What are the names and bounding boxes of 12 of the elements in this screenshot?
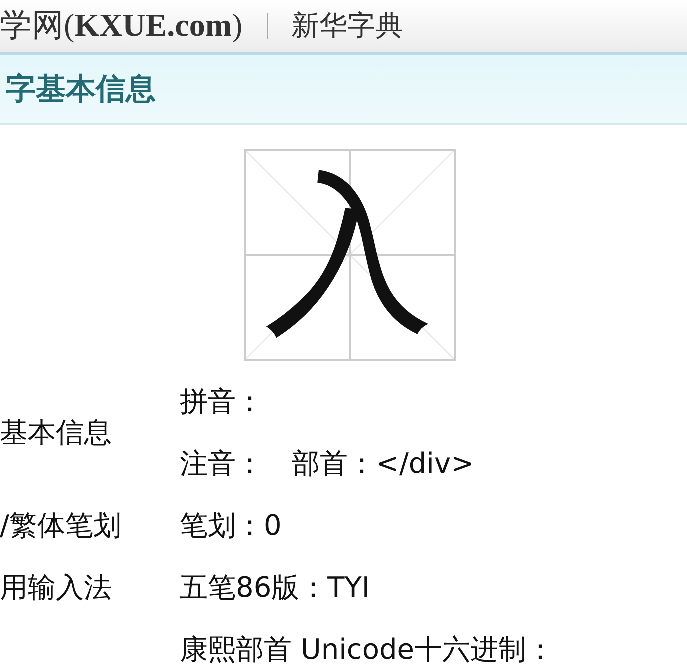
row-label: /繁体笔划 xyxy=(0,509,122,542)
site-title[interactable]: 学网(KXUE.com) xyxy=(0,4,243,48)
row-value: 五笔86版：TYI xyxy=(180,570,370,606)
section-link[interactable]: 新华字典 xyxy=(292,7,404,45)
section-title: 字基本信息 xyxy=(6,70,156,108)
row-value: 康熙部首 Unicode十六进制： xyxy=(180,632,554,668)
character-glyph: 入 xyxy=(264,170,434,340)
row-value: 拼音： xyxy=(180,384,265,420)
row-value: 注音： 部首：</div> xyxy=(180,446,474,482)
row-label: 基本信息 xyxy=(0,416,112,449)
row-value: 笔划：0 xyxy=(180,508,282,544)
row-label: 用输入法 xyxy=(0,571,112,604)
